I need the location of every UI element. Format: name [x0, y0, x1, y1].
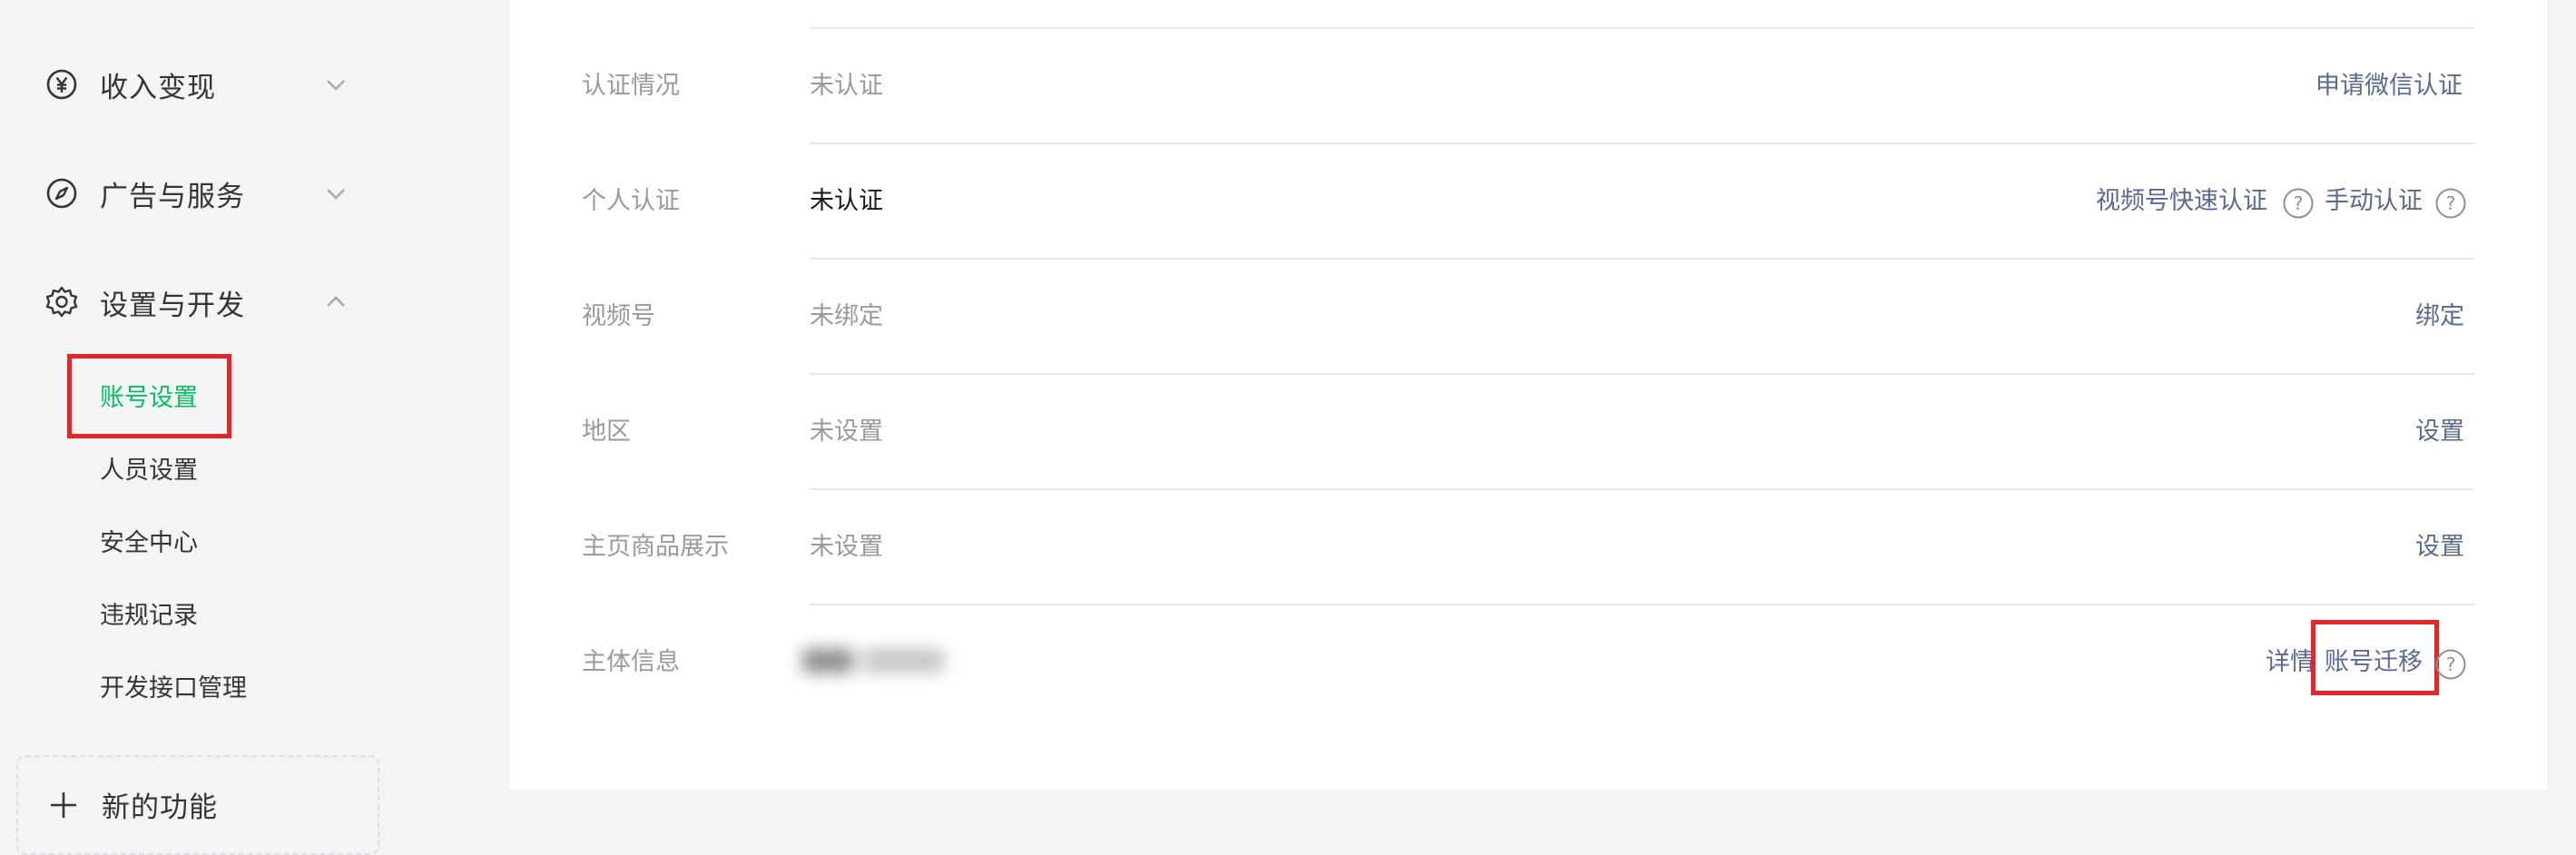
row-value-personal-certification: 未认证: [810, 187, 883, 215]
bind-channels-link[interactable]: 绑定: [2415, 299, 2464, 335]
svg-text:?: ?: [2446, 654, 2456, 675]
manual-certification-link[interactable]: 手动认证: [2325, 183, 2423, 220]
entity-details-link[interactable]: 详情: [2266, 644, 2315, 681]
sidebar-item-dev-api[interactable]: 开发接口管理: [100, 671, 247, 707]
row-divider: [810, 373, 2474, 375]
row-value-homepage-products: 未设置: [810, 533, 883, 561]
row-divider: [810, 142, 2474, 144]
menu-group-label: 收入变现: [100, 71, 216, 104]
gear-icon: [44, 284, 80, 320]
help-icon[interactable]: ?: [2282, 187, 2315, 220]
row-value-certification: 未认证: [810, 72, 883, 100]
compass-icon: [44, 175, 80, 211]
apply-wechat-certification-link[interactable]: 申请微信认证: [2315, 68, 2463, 104]
row-divider: [810, 258, 2474, 260]
channels-quick-certification-link[interactable]: 视频号快速认证: [2096, 183, 2267, 220]
row-label-personal-certification: 个人认证: [582, 187, 680, 215]
sidebar-item-violation-records[interactable]: 违规记录: [100, 598, 198, 634]
row-label-region: 地区: [582, 418, 631, 446]
menu-group-ads-services[interactable]: 广告与服务: [44, 162, 352, 225]
svg-text:?: ?: [2294, 192, 2304, 214]
row-divider: [810, 27, 2474, 29]
new-feature-label: 新的功能: [102, 791, 218, 824]
sidebar-item-staff-settings[interactable]: 人员设置: [100, 453, 198, 489]
highlight-box: [2311, 620, 2439, 695]
svg-text:?: ?: [2446, 192, 2456, 214]
row-divider: [810, 488, 2474, 490]
blurred-entity-name: [802, 644, 957, 677]
plus-icon: [51, 791, 76, 818]
set-region-link[interactable]: 设置: [2415, 414, 2464, 450]
highlight-box: [67, 354, 231, 438]
row-divider: [810, 604, 2474, 605]
row-label-certification: 认证情况: [582, 72, 680, 100]
row-label-channels: 视频号: [582, 302, 655, 330]
set-homepage-products-link[interactable]: 设置: [2415, 529, 2464, 565]
sidebar: 收入变现 广告与服务 设置与开发 账号设置 人员设置 安全中心 违规记录 开发接…: [0, 0, 490, 855]
menu-group-income[interactable]: 收入变现: [44, 53, 352, 116]
new-feature-button[interactable]: 新的功能: [45, 784, 218, 825]
help-icon[interactable]: ?: [2434, 648, 2467, 681]
chevron-down-icon[interactable]: [320, 177, 352, 210]
row-label-homepage-products: 主页商品展示: [582, 533, 729, 561]
chevron-down-icon[interactable]: [320, 68, 352, 101]
help-icon[interactable]: ?: [2434, 187, 2467, 220]
row-value-region: 未设置: [810, 418, 883, 446]
sidebar-item-security-center[interactable]: 安全中心: [100, 526, 198, 562]
menu-group-label: 设置与开发: [100, 289, 245, 322]
row-label-entity-info: 主体信息: [582, 648, 680, 676]
menu-group-settings-dev[interactable]: 设置与开发: [44, 270, 352, 334]
menu-group-label: 广告与服务: [100, 180, 245, 213]
row-value-channels: 未绑定: [810, 302, 883, 330]
chevron-up-icon[interactable]: [320, 286, 352, 319]
yuan-circle-icon: [44, 66, 80, 103]
